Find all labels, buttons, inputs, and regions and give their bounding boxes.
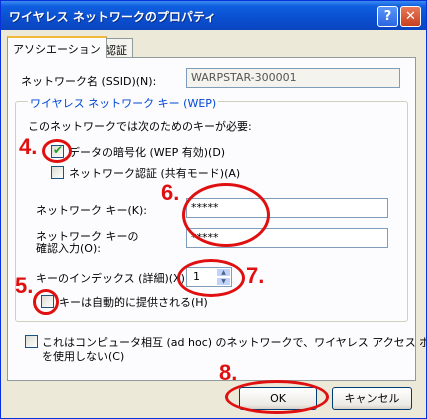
annotation-step-7: 7. xyxy=(246,263,265,288)
network-key-label: ネットワーク キー(K): xyxy=(36,204,147,217)
window-title: ワイヤレス ネットワークのプロパティ xyxy=(9,10,217,24)
key-index-label: キーのインデックス (詳細)(X): xyxy=(36,272,189,285)
cancel-button[interactable]: キャンセル xyxy=(332,387,412,410)
tab-association[interactable]: アソシエーション xyxy=(7,36,107,58)
wireless-network-properties-dialog: ワイヤレス ネットワークのプロパティ ? ✕ アソシエーション 認証 ネットワー… xyxy=(0,0,427,419)
highlight-ring-ok xyxy=(225,380,329,414)
adhoc-label-line2: を使用しない(C) xyxy=(42,350,125,363)
confirm-key-label-line2: 確認入力(O): xyxy=(36,242,101,255)
ssid-field[interactable]: WARPSTAR-300001 xyxy=(186,68,400,88)
highlight-ring-keys xyxy=(182,183,270,247)
encrypt-label: データの暗号化 (WEP 有効)(D) xyxy=(69,146,226,159)
wep-note: このネットワークでは次のためのキーが必要: xyxy=(28,120,252,133)
wep-group-title: ワイヤレス ネットワーク キー (WEP) xyxy=(28,95,219,111)
close-button[interactable]: ✕ xyxy=(400,6,421,27)
shared-auth-checkbox[interactable] xyxy=(51,166,64,179)
auto-key-label: キーは自動的に提供される(H) xyxy=(59,296,208,309)
shared-auth-label: ネットワーク認証 (共有モード)(A) xyxy=(69,167,241,180)
highlight-ring-index xyxy=(177,259,245,297)
help-button[interactable]: ? xyxy=(377,6,398,27)
annotation-step-8: 8. xyxy=(219,360,238,385)
title-bar: ワイヤレス ネットワークのプロパティ ? ✕ xyxy=(1,1,426,30)
annotation-step-5: 5. xyxy=(15,273,34,298)
highlight-ring-encrypt xyxy=(42,139,72,163)
annotation-step-6: 6. xyxy=(161,180,180,205)
ssid-label: ネットワーク名 (SSID)(N): xyxy=(21,75,157,88)
adhoc-checkbox[interactable] xyxy=(25,335,38,348)
annotation-step-4: 4. xyxy=(19,134,38,159)
highlight-ring-auto-key xyxy=(33,289,59,315)
